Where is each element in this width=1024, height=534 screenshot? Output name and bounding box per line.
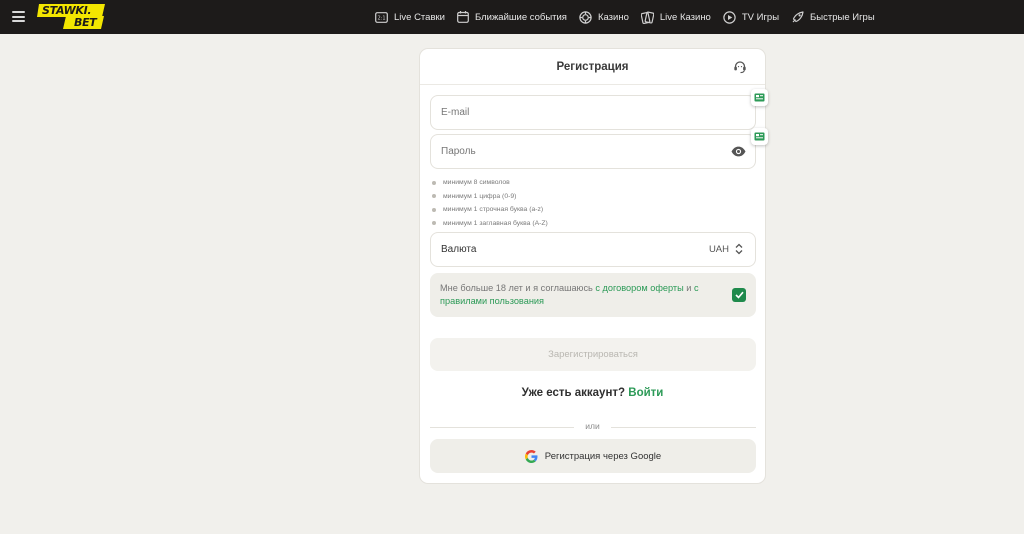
nav-live-casino[interactable]: Live Казино — [640, 10, 711, 24]
rule-item: минимум 1 заглавная буква (A-Z) — [432, 217, 548, 231]
rule-text: минимум 1 заглавная буква (A-Z) — [443, 219, 548, 227]
offer-link[interactable]: с договором оферты — [595, 283, 683, 293]
svg-text:2:1: 2:1 — [377, 15, 385, 21]
nav-tv-games[interactable]: TV Игры — [723, 10, 780, 24]
rule-item: минимум 1 цифра (0-9) — [432, 190, 548, 204]
have-account-text: Уже есть аккаунт? — [521, 387, 626, 399]
bullet-icon — [432, 221, 436, 226]
email-input[interactable] — [431, 96, 755, 129]
nav-label: Live Ставки — [394, 11, 445, 23]
rocket-icon — [792, 10, 804, 22]
nav-casino[interactable]: Казино — [579, 10, 629, 24]
rule-text: минимум 8 символов — [443, 179, 510, 187]
menu-icon[interactable] — [12, 11, 25, 22]
support-icon[interactable] — [733, 60, 747, 74]
live-bets-icon: 2:1 — [375, 11, 388, 23]
agreement-prefix: Мне больше 18 лет и я соглашаюсь — [440, 283, 596, 293]
google-icon — [524, 449, 538, 463]
nav-label: Live Казино — [659, 11, 711, 23]
logo[interactable]: STAWKI. BET — [36, 3, 106, 30]
rule-text: минимум 1 строчная буква (a-z) — [443, 206, 544, 214]
google-button-label: Регистрация через Google — [544, 450, 662, 462]
rule-text: минимум 1 цифра (0-9) — [443, 192, 517, 200]
logo-text-bottom: BET — [74, 16, 97, 29]
cards-icon — [640, 10, 654, 24]
nav-label: Казино — [597, 11, 629, 23]
agreement-mid: и — [683, 283, 694, 293]
google-register-button[interactable]: Регистрация через Google — [430, 439, 756, 473]
card-header: Регистрация — [420, 49, 765, 85]
currency-select[interactable]: Валюта UAH — [430, 232, 756, 267]
id-card-icon — [754, 93, 765, 102]
registration-card: Регистрация минимум 8 символов минимум 1… — [419, 48, 768, 484]
register-button[interactable]: Зарегистрироваться — [430, 338, 756, 371]
bullet-icon — [432, 180, 436, 185]
calendar-icon — [457, 11, 469, 23]
nav-live-bets[interactable]: 2:1 Live Ставки — [375, 12, 445, 23]
login-prompt: Уже есть аккаунт? Войти — [420, 387, 765, 399]
top-bar: STAWKI. BET 2:1 Live Ставки Ближайшие со… — [0, 0, 1024, 34]
nav-label: Быстрые Игры — [810, 11, 875, 23]
nav-label: Ближайшие события — [474, 11, 567, 23]
nav-label: TV Игры — [741, 11, 780, 23]
rule-item: минимум 8 символов — [432, 176, 548, 190]
currency-label: Валюта — [441, 244, 477, 255]
agreement-text: Мне больше 18 лет и я соглашаюсь с догов… — [440, 282, 720, 308]
login-link[interactable]: Войти — [628, 387, 663, 399]
nav-upcoming[interactable]: Ближайшие события — [457, 11, 567, 23]
autofill-badge[interactable] — [751, 128, 768, 145]
casino-chip-icon — [579, 10, 592, 24]
password-input[interactable] — [431, 135, 755, 168]
rule-item: минимум 1 строчная буква (a-z) — [432, 203, 548, 217]
eye-icon[interactable] — [731, 146, 746, 157]
nav-fast-games[interactable]: Быстрые Игры — [791, 10, 875, 24]
bullet-icon — [432, 207, 436, 212]
email-field[interactable] — [430, 95, 756, 130]
tv-play-icon — [723, 10, 736, 24]
id-card-icon — [754, 132, 765, 141]
chevron-up-down-icon — [735, 243, 743, 255]
currency-value: UAH — [708, 244, 729, 255]
password-rules: минимум 8 символов минимум 1 цифра (0-9)… — [432, 176, 548, 230]
agree-checkbox[interactable] — [732, 288, 746, 302]
checkmark-icon — [734, 291, 744, 299]
page-title: Регистрация — [556, 61, 629, 73]
bullet-icon — [432, 194, 436, 199]
password-field[interactable] — [430, 134, 756, 169]
autofill-badge[interactable] — [751, 89, 768, 106]
agreement-box: Мне больше 18 лет и я соглашаюсь с догов… — [430, 273, 756, 317]
or-label: или — [585, 421, 600, 431]
main-nav: 2:1 Live Ставки Ближайшие события Казино… — [375, 0, 887, 34]
